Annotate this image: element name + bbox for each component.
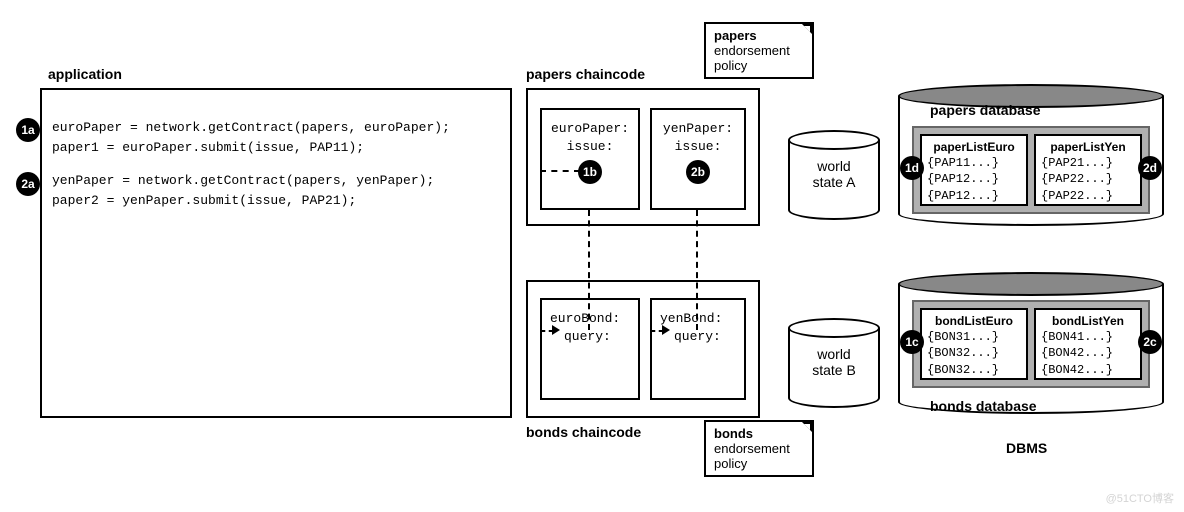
papers-policy-l2: endorsement — [714, 43, 804, 58]
papers-policy-title: papers — [714, 28, 757, 43]
bonds-db-label: bonds database — [930, 398, 1037, 414]
code-line: paper1 = euroPaper.submit(issue, PAP11); — [52, 138, 450, 158]
world-state-a-l2: state A — [788, 174, 880, 190]
application-label: application — [48, 66, 122, 82]
list-item: {PAP22...} — [1041, 171, 1135, 187]
badge-2c: 2c — [1138, 330, 1162, 354]
badge-1a: 1a — [16, 118, 40, 142]
dash-connector — [540, 170, 580, 172]
bondlist-euro: bondListEuro {BON31...} {BON32...} {BON3… — [920, 308, 1028, 380]
dash-connector — [696, 210, 698, 330]
code-block: euroPaper = network.getContract(papers, … — [52, 118, 450, 210]
bonds-chaincode-label: bonds chaincode — [526, 424, 641, 440]
world-state-a-text: world state A — [788, 158, 880, 190]
bondlist-euro-header: bondListEuro — [927, 313, 1021, 329]
bonds-policy-note: bonds endorsement policy — [704, 420, 814, 477]
world-state-b-text: world state B — [788, 346, 880, 378]
code-line: euroPaper = network.getContract(papers, … — [52, 118, 450, 138]
list-item: {BON42...} — [1041, 345, 1135, 361]
list-item: {PAP12...} — [927, 171, 1021, 187]
yenpaper-fn: issue: — [652, 138, 744, 156]
list-item: {BON41...} — [1041, 329, 1135, 345]
list-item: {PAP11...} — [927, 155, 1021, 171]
paperlist-yen-header: paperListYen — [1041, 139, 1135, 155]
paperlist-euro-header: paperListEuro — [927, 139, 1021, 155]
bonds-policy-l3: policy — [714, 456, 804, 471]
dash-connector — [588, 210, 590, 330]
papers-policy-l3: policy — [714, 58, 804, 73]
list-item: {PAP22...} — [1041, 188, 1135, 204]
badge-2b: 2b — [686, 160, 710, 184]
list-item: {PAP12...} — [927, 188, 1021, 204]
europaper-box: euroPaper: issue: — [540, 108, 640, 210]
list-item: {BON32...} — [927, 345, 1021, 361]
badge-1d: 1d — [900, 156, 924, 180]
bonds-policy-l2: endorsement — [714, 441, 804, 456]
world-state-a-l1: world — [788, 158, 880, 174]
papers-db-label: papers database — [930, 102, 1041, 118]
yenbond-box: yenBond: query: — [650, 298, 746, 400]
papers-db-inner: paperListEuro {PAP11...} {PAP12...} {PAP… — [912, 126, 1150, 214]
code-line: yenPaper = network.getContract(papers, y… — [52, 171, 450, 191]
code-line: paper2 = yenPaper.submit(issue, PAP21); — [52, 191, 450, 211]
yenbond-fn: query: — [660, 328, 736, 346]
badge-1c: 1c — [900, 330, 924, 354]
papers-policy-note: papers endorsement policy — [704, 22, 814, 79]
badge-2d: 2d — [1138, 156, 1162, 180]
world-state-b-l1: world — [788, 346, 880, 362]
europaper-name: euroPaper: — [542, 120, 638, 138]
list-item: {BON31...} — [927, 329, 1021, 345]
list-item: {PAP21...} — [1041, 155, 1135, 171]
eurobond-name: euroBond: — [550, 310, 630, 328]
bonds-db-inner: bondListEuro {BON31...} {BON32...} {BON3… — [912, 300, 1150, 388]
badge-2a: 2a — [16, 172, 40, 196]
arrow-icon — [552, 325, 560, 335]
papers-chaincode-label: papers chaincode — [526, 66, 645, 82]
world-state-b-l2: state B — [788, 362, 880, 378]
list-item: {BON42...} — [1041, 362, 1135, 378]
europaper-fn: issue: — [542, 138, 638, 156]
paperlist-euro: paperListEuro {PAP11...} {PAP12...} {PAP… — [920, 134, 1028, 206]
eurobond-box: euroBond: query: — [540, 298, 640, 400]
list-item: {BON32...} — [927, 362, 1021, 378]
yenpaper-box: yenPaper: issue: — [650, 108, 746, 210]
eurobond-fn: query: — [550, 328, 630, 346]
bonds-policy-title: bonds — [714, 426, 753, 441]
arrow-icon — [662, 325, 670, 335]
bondlist-yen: bondListYen {BON41...} {BON42...} {BON42… — [1034, 308, 1142, 380]
yenbond-name: yenBond: — [660, 310, 736, 328]
bondlist-yen-header: bondListYen — [1041, 313, 1135, 329]
watermark: @51CTO博客 — [1106, 490, 1174, 506]
badge-1b: 1b — [578, 160, 602, 184]
yenpaper-name: yenPaper: — [652, 120, 744, 138]
dbms-label: DBMS — [1006, 440, 1047, 456]
paperlist-yen: paperListYen {PAP21...} {PAP22...} {PAP2… — [1034, 134, 1142, 206]
